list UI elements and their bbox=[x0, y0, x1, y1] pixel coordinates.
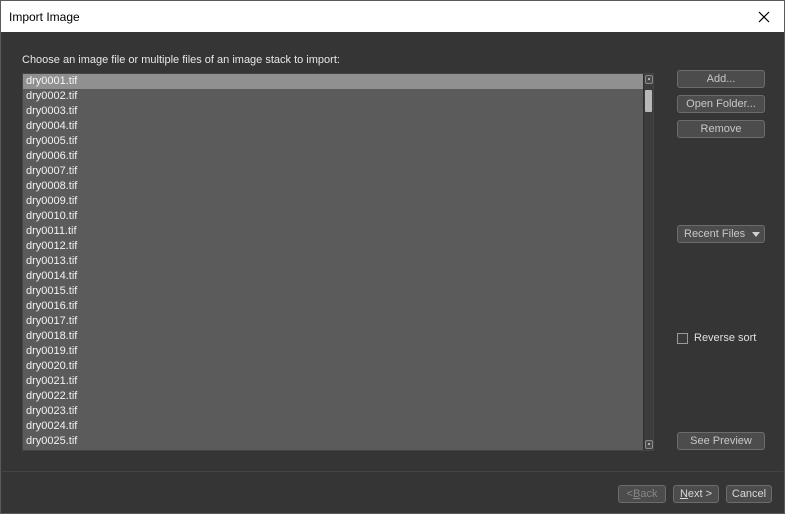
file-list-item[interactable]: dry0014.tif bbox=[23, 269, 644, 284]
file-list-item[interactable]: dry0022.tif bbox=[23, 389, 644, 404]
file-list-item[interactable]: dry0009.tif bbox=[23, 194, 644, 209]
file-list-item[interactable]: dry0021.tif bbox=[23, 374, 644, 389]
file-list-item[interactable]: dry0015.tif bbox=[23, 284, 644, 299]
close-button[interactable] bbox=[744, 1, 784, 32]
file-list-item[interactable]: dry0001.tif bbox=[23, 74, 644, 89]
recent-files-label: Recent Files bbox=[684, 228, 746, 240]
file-list-item[interactable]: dry0013.tif bbox=[23, 254, 644, 269]
back-button[interactable]: < Back bbox=[618, 485, 666, 503]
remove-button[interactable]: Remove bbox=[677, 120, 765, 138]
reverse-sort-label: Reverse sort bbox=[694, 332, 757, 344]
file-list-item[interactable]: dry0007.tif bbox=[23, 164, 644, 179]
add-button[interactable]: Add... bbox=[677, 70, 765, 88]
file-list-item[interactable]: dry0002.tif bbox=[23, 89, 644, 104]
import-image-dialog: Import Image Choose an image file or mul… bbox=[0, 0, 785, 514]
instruction-label: Choose an image file or multiple files o… bbox=[22, 54, 340, 66]
scroll-up-icon[interactable] bbox=[645, 75, 653, 84]
recent-files-dropdown[interactable]: Recent Files bbox=[677, 225, 765, 243]
next-button[interactable]: Next > bbox=[673, 485, 719, 503]
file-list-item[interactable]: dry0008.tif bbox=[23, 179, 644, 194]
footer-divider bbox=[2, 471, 783, 472]
scrollbar-thumb[interactable] bbox=[645, 90, 652, 112]
file-list-item[interactable]: dry0006.tif bbox=[23, 149, 644, 164]
file-list-item[interactable]: dry0012.tif bbox=[23, 239, 644, 254]
file-list-item[interactable]: dry0017.tif bbox=[23, 314, 644, 329]
back-rest: ack bbox=[640, 488, 658, 500]
file-list-item[interactable]: dry0024.tif bbox=[23, 419, 644, 434]
chevron-down-icon bbox=[752, 232, 760, 237]
file-list-item[interactable]: dry0018.tif bbox=[23, 329, 644, 344]
file-list-scrollbar[interactable] bbox=[643, 74, 653, 450]
file-list-item[interactable]: dry0005.tif bbox=[23, 134, 644, 149]
file-list-item[interactable]: dry0003.tif bbox=[23, 104, 644, 119]
file-list-item[interactable]: dry0020.tif bbox=[23, 359, 644, 374]
cancel-button[interactable]: Cancel bbox=[726, 485, 772, 503]
file-list-item[interactable]: dry0016.tif bbox=[23, 299, 644, 314]
file-list-item[interactable]: dry0004.tif bbox=[23, 119, 644, 134]
file-list-item[interactable]: dry0025.tif bbox=[23, 434, 644, 449]
file-list-item[interactable]: dry0010.tif bbox=[23, 209, 644, 224]
file-list-item[interactable]: dry0023.tif bbox=[23, 404, 644, 419]
scroll-down-icon[interactable] bbox=[645, 440, 653, 449]
close-icon bbox=[758, 11, 770, 22]
window-title: Import Image bbox=[9, 10, 80, 24]
file-list-item[interactable]: dry0011.tif bbox=[23, 224, 644, 239]
file-list-rows: dry0001.tif dry0002.tif dry0003.tif dry0004… bbox=[23, 74, 644, 449]
file-list-item[interactable]: dry0019.tif bbox=[23, 344, 644, 359]
next-rest: ext > bbox=[687, 488, 713, 500]
open-folder-button[interactable]: Open Folder... bbox=[677, 95, 765, 113]
back-mnemonic: B bbox=[632, 488, 641, 500]
file-list[interactable]: dry0001.tif dry0002.tif dry0003.tif dry0004… bbox=[22, 73, 654, 451]
next-mnemonic: N bbox=[679, 488, 688, 500]
see-preview-button[interactable]: See Preview bbox=[677, 432, 765, 450]
title-bar: Import Image bbox=[1, 1, 784, 32]
checkbox-box[interactable] bbox=[677, 332, 688, 344]
reverse-sort-checkbox[interactable]: Reverse sort bbox=[677, 332, 756, 344]
